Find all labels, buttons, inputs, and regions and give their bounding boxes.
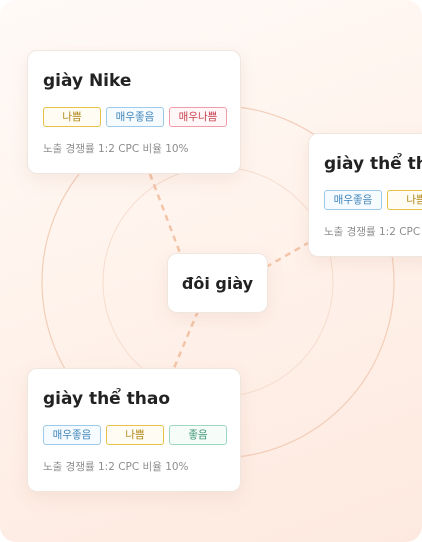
center-keyword-node[interactable]: đôi giày: [167, 253, 268, 313]
connector-line-bottom: [172, 310, 200, 369]
keyword-stats: 노출 경쟁률 1:2 CPC 비율 10%: [43, 143, 189, 155]
keyword-tag-list: 매우좋음 나쁨 좋음: [43, 425, 227, 445]
keyword-tag: 매우좋음: [324, 190, 382, 210]
connector-line-top: [148, 173, 182, 254]
keyword-tag: 나쁨: [106, 425, 164, 445]
keyword-map-canvas: giày Nike 나쁨 매우좋음 매우나쁨 노출 경쟁률 1:2 CPC 비율…: [0, 0, 422, 542]
keyword-tag: 매우나쁨: [169, 107, 227, 127]
keyword-tag: 나쁨: [387, 190, 422, 210]
keyword-tag: 좋음: [169, 425, 227, 445]
keyword-card-the-thao-bottom[interactable]: giày thể thao 매우좋음 나쁨 좋음 노출 경쟁률 1:2 CPC …: [27, 368, 241, 492]
keyword-card-nike[interactable]: giày Nike 나쁨 매우좋음 매우나쁨 노출 경쟁률 1:2 CPC 비율…: [27, 50, 241, 174]
connector-line-right: [265, 241, 309, 269]
keyword-tag-list: 나쁨 매우좋음 매우나쁨: [43, 107, 227, 127]
keyword-stats: 노출 경쟁률 1:2 CPC 비율 10%: [324, 226, 422, 238]
keyword-card-the-thao-right[interactable]: giày thể thao 매우좋음 나쁨 노출 경쟁률 1:2 CPC 비율 …: [308, 133, 422, 257]
keyword-tag: 매우좋음: [43, 425, 101, 445]
keyword-tag: 나쁨: [43, 107, 101, 127]
keyword-card-title: giày Nike: [43, 71, 132, 91]
keyword-tag-list: 매우좋음 나쁨: [324, 190, 422, 210]
keyword-tag: 매우좋음: [106, 107, 164, 127]
keyword-stats: 노출 경쟁률 1:2 CPC 비율 10%: [43, 461, 189, 473]
keyword-card-title: giày thể thao: [324, 154, 422, 174]
keyword-card-title: giày thể thao: [43, 389, 171, 409]
